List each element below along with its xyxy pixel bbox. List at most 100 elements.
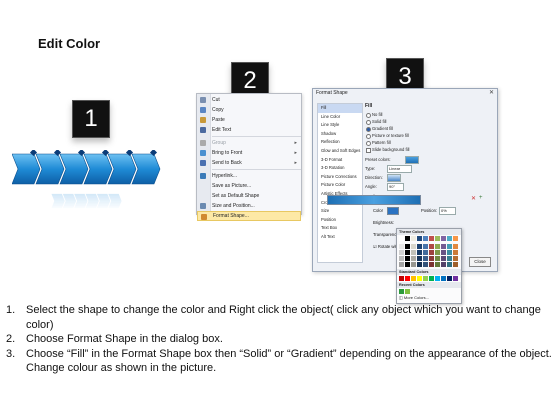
theme-color-swatch[interactable] [453,236,458,241]
chevron-strip[interactable] [12,150,162,188]
fill-option[interactable]: Picture or texture fill [365,132,493,139]
fill-option[interactable]: No fill [365,111,493,118]
category-item[interactable]: Shadow [318,130,362,139]
position-input[interactable]: 0% [439,207,456,215]
theme-color-swatch[interactable] [447,250,452,255]
menu-item-set-as-default-shape[interactable]: Set as Default Shape [197,191,301,201]
theme-color-swatch[interactable] [429,256,434,261]
theme-color-swatch[interactable] [435,256,440,261]
category-item[interactable]: Line Style [318,121,362,130]
category-item[interactable]: Glow and Soft Edges [318,147,362,156]
theme-color-swatch[interactable] [411,244,416,249]
category-item[interactable]: Fill [318,104,362,113]
close-icon[interactable]: ✕ [489,89,494,96]
menu-item-hyperlink[interactable]: Hyperlink... [197,171,301,181]
fill-option[interactable]: Solid fill [365,118,493,125]
category-item[interactable]: Reflection [318,138,362,147]
theme-color-swatch[interactable] [405,236,410,241]
theme-color-swatch[interactable] [417,256,422,261]
theme-color-swatch[interactable] [447,236,452,241]
category-item[interactable]: Position [318,216,362,225]
direction-dropdown[interactable] [387,174,401,182]
theme-color-swatch[interactable] [429,262,434,267]
theme-color-swatch[interactable] [429,244,434,249]
category-item[interactable]: Line Color [318,113,362,122]
type-select[interactable]: Linear [387,165,412,173]
standard-color-swatch[interactable] [441,276,446,281]
theme-color-swatch[interactable] [441,250,446,255]
theme-color-swatch[interactable] [405,250,410,255]
theme-color-swatch[interactable] [399,244,404,249]
theme-color-swatch[interactable] [417,262,422,267]
theme-color-swatch[interactable] [405,262,410,267]
color-button[interactable] [387,207,399,215]
theme-color-swatch[interactable] [435,236,440,241]
gradient-stops-bar[interactable] [327,195,421,205]
menu-item-send-to-back[interactable]: Send to Back ▸ [197,158,301,168]
menu-item-format-shape[interactable]: Format Shape... [197,211,301,221]
theme-color-swatch[interactable] [441,262,446,267]
standard-color-swatch[interactable] [429,276,434,281]
theme-color-swatch[interactable] [411,250,416,255]
category-item[interactable]: 3-D Rotation [318,164,362,173]
standard-color-swatch[interactable] [417,276,422,281]
theme-color-swatch[interactable] [399,236,404,241]
category-item[interactable]: Picture Color [318,181,362,190]
theme-color-swatch[interactable] [423,256,428,261]
theme-color-swatch[interactable] [405,244,410,249]
standard-color-swatch[interactable] [399,276,404,281]
theme-color-swatch[interactable] [399,262,404,267]
theme-color-swatch[interactable] [435,244,440,249]
theme-color-swatch[interactable] [453,244,458,249]
theme-color-swatch[interactable] [423,236,428,241]
standard-color-swatch[interactable] [411,276,416,281]
theme-color-swatch[interactable] [441,236,446,241]
theme-color-swatch[interactable] [441,256,446,261]
category-item[interactable]: Picture Corrections [318,173,362,182]
theme-color-swatch[interactable] [453,250,458,255]
standard-color-swatch[interactable] [453,276,458,281]
preset-dropdown[interactable] [405,156,419,164]
theme-color-swatch[interactable] [423,244,428,249]
theme-color-swatch[interactable] [411,236,416,241]
theme-color-swatch[interactable] [447,256,452,261]
theme-color-swatch[interactable] [417,244,422,249]
standard-color-swatch[interactable] [447,276,452,281]
theme-color-swatch[interactable] [417,236,422,241]
category-item[interactable]: Size [318,207,362,216]
fill-option[interactable]: Slide background fill [365,146,493,153]
menu-item-edit-text[interactable]: Edit Text [197,125,301,135]
theme-color-swatch[interactable] [435,250,440,255]
theme-color-swatch[interactable] [399,256,404,261]
more-colors-link[interactable]: ◫ More Colors... [399,295,429,300]
theme-color-swatch[interactable] [441,244,446,249]
theme-color-swatch[interactable] [453,256,458,261]
menu-item-copy[interactable]: Copy [197,105,301,115]
fill-option[interactable]: Gradient fill [365,125,493,132]
theme-color-swatch[interactable] [417,250,422,255]
standard-color-swatch[interactable] [423,276,428,281]
standard-color-swatch[interactable] [435,276,440,281]
theme-color-swatch[interactable] [411,256,416,261]
menu-item-save-as-picture[interactable]: Save as Picture... [197,181,301,191]
theme-color-swatch[interactable] [423,250,428,255]
theme-color-swatch[interactable] [423,262,428,267]
theme-color-swatch[interactable] [399,250,404,255]
menu-item-size-and-position[interactable]: Size and Position... [197,201,301,211]
close-button[interactable]: Close [469,257,491,267]
recent-color-swatch[interactable] [399,289,404,294]
theme-color-swatch[interactable] [435,262,440,267]
category-item[interactable]: Text Box [318,224,362,233]
category-item[interactable]: Alt Text [318,233,362,242]
standard-color-swatch[interactable] [405,276,410,281]
theme-color-swatch[interactable] [411,262,416,267]
angle-input[interactable]: 90° [387,183,404,191]
category-item[interactable]: 3-D Format [318,156,362,165]
menu-item-bring-to-front[interactable]: Bring to Front ▸ [197,148,301,158]
theme-color-swatch[interactable] [453,262,458,267]
theme-color-swatch[interactable] [447,262,452,267]
remove-stop-icon[interactable]: ✕ [471,195,476,202]
menu-item-cut[interactable]: Cut [197,95,301,105]
fill-option[interactable]: Pattern fill [365,139,493,146]
theme-color-swatch[interactable] [429,250,434,255]
